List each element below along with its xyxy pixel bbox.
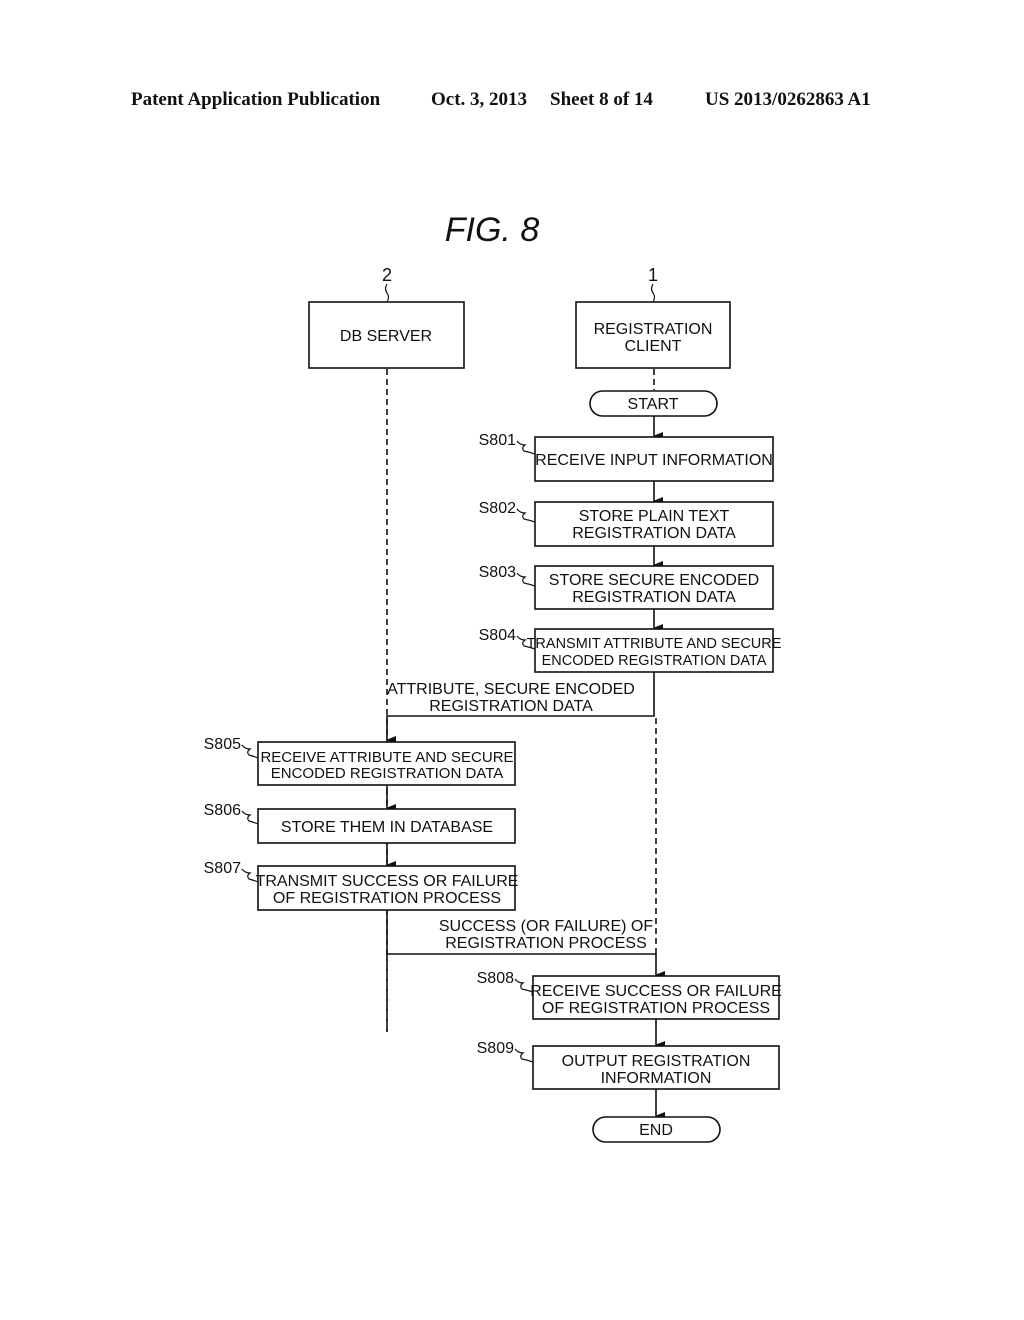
figure-title: FIG. 8 xyxy=(445,211,540,249)
step-id: S804 xyxy=(479,627,516,644)
leader-squiggle xyxy=(516,508,536,523)
entity-label-line-1: REGISTRATION xyxy=(594,321,713,338)
leader-squiggle xyxy=(650,283,656,303)
step-s803: S803 STORE SECURE ENCODED REGISTRATION D… xyxy=(479,564,774,610)
step-s802: S802 STORE PLAIN TEXT REGISTRATION DATA xyxy=(479,500,774,547)
leader-squiggle xyxy=(241,744,259,759)
step-text-line-2: OF REGISTRATION PROCESS xyxy=(542,1000,770,1017)
leader-squiggle xyxy=(514,1048,534,1063)
entity-registration-client: 1 REGISTRATION CLIENT xyxy=(575,265,731,369)
message-text-line-1: ATTRIBUTE, SECURE ENCODED xyxy=(387,681,635,698)
terminal-label: START xyxy=(628,396,679,413)
step-text-line-1: OUTPUT REGISTRATION xyxy=(562,1053,751,1070)
flowchart-diagram: FIG. 8 2 DB SERVER 1 REGISTRATION CLIENT… xyxy=(204,211,782,1143)
step-text-line-2: REGISTRATION DATA xyxy=(572,525,736,542)
step-s805: S805 RECEIVE ATTRIBUTE AND SECURE ENCODE… xyxy=(204,736,516,786)
step-id: S803 xyxy=(479,564,516,581)
entity-db-server: 2 DB SERVER xyxy=(308,265,465,369)
step-text-line-1: TRANSMIT ATTRIBUTE AND SECURE xyxy=(527,636,782,652)
step-text-line-2: INFORMATION xyxy=(601,1070,712,1087)
step-s807: S807 TRANSMIT SUCCESS OR FAILURE OF REGI… xyxy=(204,860,519,911)
end-terminal: END xyxy=(592,1116,721,1143)
step-text-line-1: RECEIVE ATTRIBUTE AND SECURE xyxy=(260,749,513,766)
leader-squiggle xyxy=(384,283,390,303)
step-id: S802 xyxy=(479,500,516,517)
message-text-line-2: REGISTRATION DATA xyxy=(429,698,593,715)
leader-squiggle xyxy=(516,440,536,455)
entity-label: DB SERVER xyxy=(340,328,432,345)
step-id: S805 xyxy=(204,736,241,753)
message-text-line-2: REGISTRATION PROCESS xyxy=(445,935,647,952)
step-text-line-2: ENCODED REGISTRATION DATA xyxy=(271,765,504,782)
step-text-line-2: ENCODED REGISTRATION DATA xyxy=(542,653,767,669)
step-id: S801 xyxy=(479,432,516,449)
leader-squiggle xyxy=(516,572,536,587)
message-success-failure: SUCCESS (OR FAILURE) OF REGISTRATION PRO… xyxy=(386,910,665,979)
step-text-line-2: OF REGISTRATION PROCESS xyxy=(273,890,501,907)
step-text-line-2: REGISTRATION DATA xyxy=(572,589,736,606)
leader-squiggle xyxy=(241,810,259,825)
entity-ref-number: 2 xyxy=(382,265,392,285)
step-s801: S801 RECEIVE INPUT INFORMATION xyxy=(479,432,774,482)
step-id: S808 xyxy=(477,970,514,987)
step-id: S809 xyxy=(477,1040,514,1057)
step-text-line-1: STORE PLAIN TEXT xyxy=(579,508,730,525)
step-s804: S804 TRANSMIT ATTRIBUTE AND SECURE ENCOD… xyxy=(479,627,782,673)
terminal-label: END xyxy=(639,1122,673,1139)
step-s808: S808 RECEIVE SUCCESS OR FAILURE OF REGIS… xyxy=(477,970,782,1020)
message-attribute-secure-data: ATTRIBUTE, SECURE ENCODED REGISTRATION D… xyxy=(386,672,655,744)
step-text-line-1: STORE THEM IN DATABASE xyxy=(281,819,493,836)
step-text-line-1: TRANSMIT SUCCESS OR FAILURE xyxy=(256,873,519,890)
step-id: S807 xyxy=(204,860,241,877)
entity-ref-number: 1 xyxy=(648,265,658,285)
step-text-line-1: RECEIVE INPUT INFORMATION xyxy=(535,452,773,469)
start-terminal: START xyxy=(589,390,718,417)
step-s806: S806 STORE THEM IN DATABASE xyxy=(204,802,516,844)
step-s809: S809 OUTPUT REGISTRATION INFORMATION xyxy=(477,1040,780,1090)
entity-label-line-2: CLIENT xyxy=(625,338,682,355)
step-id: S806 xyxy=(204,802,241,819)
step-text-line-1: RECEIVE SUCCESS OR FAILURE xyxy=(530,983,782,1000)
message-text-line-1: SUCCESS (OR FAILURE) OF xyxy=(439,918,653,935)
step-text-line-1: STORE SECURE ENCODED xyxy=(549,572,759,589)
